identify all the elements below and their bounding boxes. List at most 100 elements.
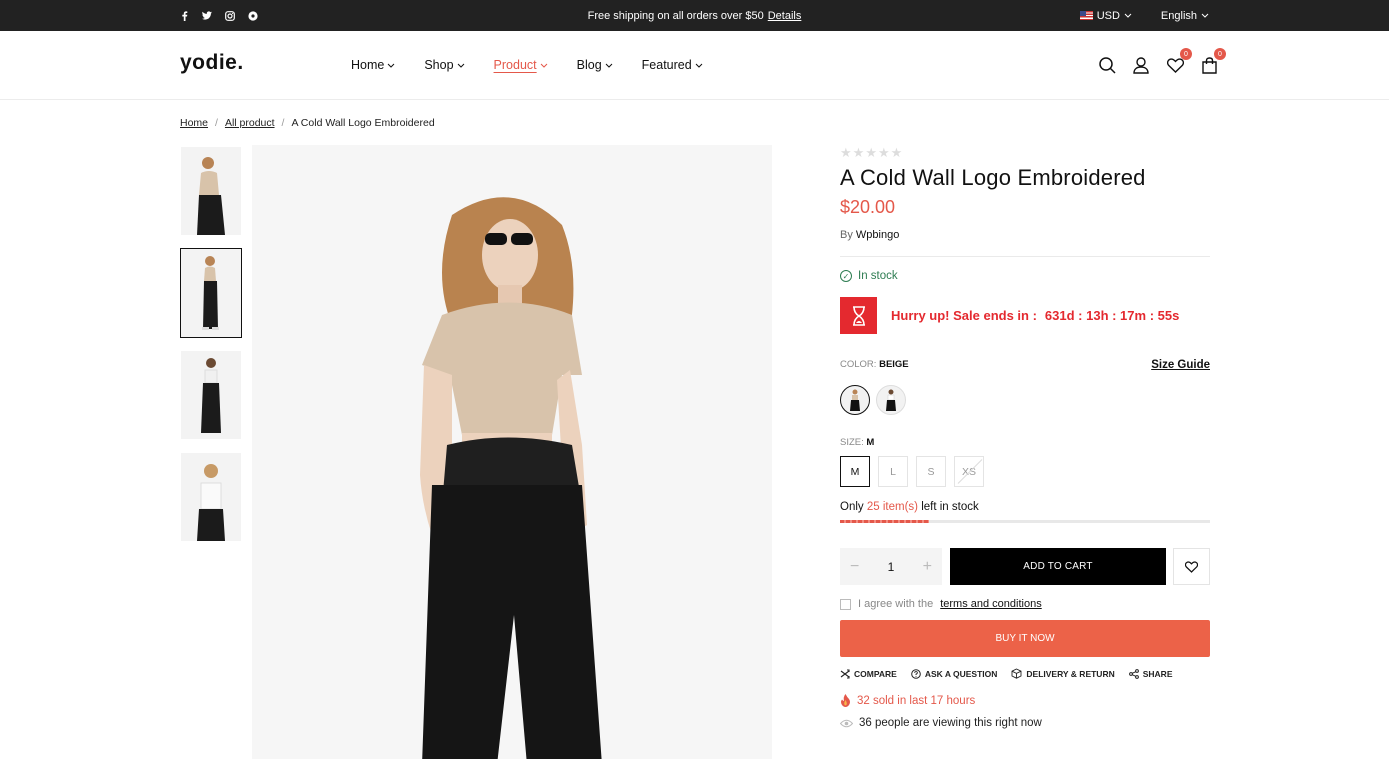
product-title: A Cold Wall Logo Embroidered <box>840 165 1146 190</box>
size-option-s[interactable]: S <box>916 456 946 487</box>
chevron-down-icon <box>457 63 464 68</box>
header-actions: 0 0 <box>1098 31 1226 99</box>
minus-icon[interactable]: − <box>850 558 859 576</box>
terms-link[interactable]: terms and conditions <box>940 598 1042 610</box>
sale-countdown: Hurry up! Sale ends in : 631d : 13h : 17… <box>840 297 1210 334</box>
heart-icon <box>1185 560 1198 573</box>
currency-selector[interactable]: USD <box>1079 9 1132 22</box>
star-icon: ★ <box>865 145 877 160</box>
sale-text: Hurry up! Sale ends in : <box>891 308 1037 323</box>
product-price: $20.00 <box>840 197 896 217</box>
compare-label: COMPARE <box>854 668 897 679</box>
buy-now-button[interactable]: BUY IT NOW <box>840 620 1210 657</box>
nav-label: Blog <box>576 58 602 72</box>
size-option-l[interactable]: L <box>878 456 908 487</box>
breadcrumb-separator: / <box>281 117 285 129</box>
viewers-count: 36 people are viewing this right now <box>840 717 1210 729</box>
sale-timer: 631d : 13h : 17m : 55s <box>1044 308 1180 323</box>
cart-icon[interactable]: 0 <box>1200 48 1226 74</box>
top-bar: Free shipping on all orders over $50 Det… <box>0 0 1389 31</box>
stock-left: Only 25 item(s) left in stock <box>840 501 1210 513</box>
account-icon[interactable] <box>1132 56 1150 74</box>
add-to-cart-button[interactable]: ADD TO CART <box>950 548 1166 585</box>
stock-progress-bar <box>840 520 1210 523</box>
size-option-xs[interactable]: XS <box>954 456 984 487</box>
color-swatches <box>840 385 1210 415</box>
nav-item-featured[interactable]: Featured <box>642 58 703 72</box>
product-main-image[interactable] <box>252 145 772 759</box>
chevron-down-icon <box>540 63 547 68</box>
breadcrumb-home[interactable]: Home <box>180 117 208 129</box>
plus-icon[interactable]: + <box>923 558 932 576</box>
share-icon <box>1128 668 1139 679</box>
promo-details-link[interactable]: Details <box>768 10 802 22</box>
topbar-selectors: USD English <box>1079 0 1209 31</box>
currency-label: USD <box>1096 9 1120 22</box>
size-options: M L S XS <box>840 456 1210 487</box>
stock-left-count: 25 item(s) <box>866 501 918 513</box>
product-info: ★ ★ ★ ★ ★ A Cold Wall Logo Embroidered $20.0… <box>840 145 1210 729</box>
star-icon: ★ <box>890 145 903 160</box>
ask-question-button[interactable]: ASK A QUESTION <box>911 668 998 679</box>
breadcrumb: Home / All product / A Cold Wall Logo Em… <box>180 117 435 129</box>
delivery-return-label: DELIVERY & RETURN <box>1026 668 1115 679</box>
product-thumbnails <box>180 147 242 541</box>
chevron-down-icon <box>1124 13 1132 18</box>
chevron-down-icon <box>605 63 613 68</box>
wishlist-icon[interactable]: 0 <box>1166 48 1192 74</box>
site-header: yodie. Home Shop Product Blog Featured 0… <box>0 31 1389 100</box>
terms-checkbox[interactable] <box>840 598 851 610</box>
size-value: M <box>866 437 875 448</box>
product-thumbnail[interactable] <box>181 147 241 235</box>
product-actions: COMPARE ASK A QUESTION DELIVERY & RETURN… <box>840 668 1210 679</box>
nav-item-blog[interactable]: Blog <box>577 58 613 72</box>
search-icon[interactable] <box>1098 56 1116 74</box>
question-icon <box>911 668 921 679</box>
site-logo[interactable]: yodie. <box>180 51 244 75</box>
sold-recently: 32 sold in last 17 hours <box>840 694 1210 707</box>
delivery-return-button[interactable]: DELIVERY & RETURN <box>1011 668 1115 679</box>
add-to-cart-row: − 1 + ADD TO CART <box>840 548 1210 585</box>
star-icon: ★ <box>877 145 890 160</box>
ask-question-label: ASK A QUESTION <box>924 668 998 679</box>
quantity-value[interactable]: 1 <box>888 560 895 574</box>
breadcrumb-all-product[interactable]: All product <box>225 117 275 129</box>
nav-item-shop[interactable]: Shop <box>424 58 464 72</box>
hourglass-icon <box>840 297 877 334</box>
nav-label: Home <box>351 58 385 72</box>
color-swatch-beige[interactable] <box>840 385 870 415</box>
language-selector[interactable]: English <box>1161 10 1209 22</box>
compare-button[interactable]: COMPARE <box>840 668 897 679</box>
stock-left-prefix: Only <box>840 501 864 513</box>
viewing-text: 36 people are viewing this right now <box>859 717 1042 729</box>
product-thumbnail[interactable] <box>180 248 242 338</box>
cart-count-badge: 0 <box>1214 48 1226 60</box>
color-row: COLOR: BEIGE Size Guide <box>840 359 1210 371</box>
size-guide-link[interactable]: Size Guide <box>1151 359 1210 371</box>
nav-item-home[interactable]: Home <box>351 58 395 72</box>
share-button[interactable]: SHARE <box>1128 668 1173 679</box>
color-swatch-white[interactable] <box>876 385 906 415</box>
size-label-text: SIZE: <box>840 437 864 448</box>
product-thumbnail[interactable] <box>181 351 241 439</box>
chevron-down-icon <box>1201 13 1209 18</box>
stock-progress-fill <box>840 520 929 523</box>
agree-text: I agree with the <box>858 598 934 610</box>
color-value: BEIGE <box>879 359 909 370</box>
shuffle-icon <box>840 668 850 679</box>
vendor-name[interactable]: Wpbingo <box>856 229 899 241</box>
breadcrumb-separator: / <box>215 117 218 129</box>
vendor-prefix: By <box>840 229 853 241</box>
main-nav: Home Shop Product Blog Featured <box>351 31 703 99</box>
rating-stars: ★ ★ ★ ★ ★ <box>840 145 1210 160</box>
nav-item-product[interactable]: Product <box>494 58 548 72</box>
product-thumbnail[interactable] <box>181 453 241 541</box>
product-vendor: By Wpbingo <box>840 229 1210 257</box>
add-to-wishlist-button[interactable] <box>1173 548 1210 585</box>
terms-agreement: I agree with the terms and conditions <box>840 598 1210 610</box>
size-option-m[interactable]: M <box>840 456 870 487</box>
size-label: SIZE: M <box>840 437 1210 448</box>
color-label-text: COLOR: <box>840 359 877 370</box>
language-label: English <box>1160 9 1197 22</box>
color-label: COLOR: BEIGE <box>840 359 909 371</box>
